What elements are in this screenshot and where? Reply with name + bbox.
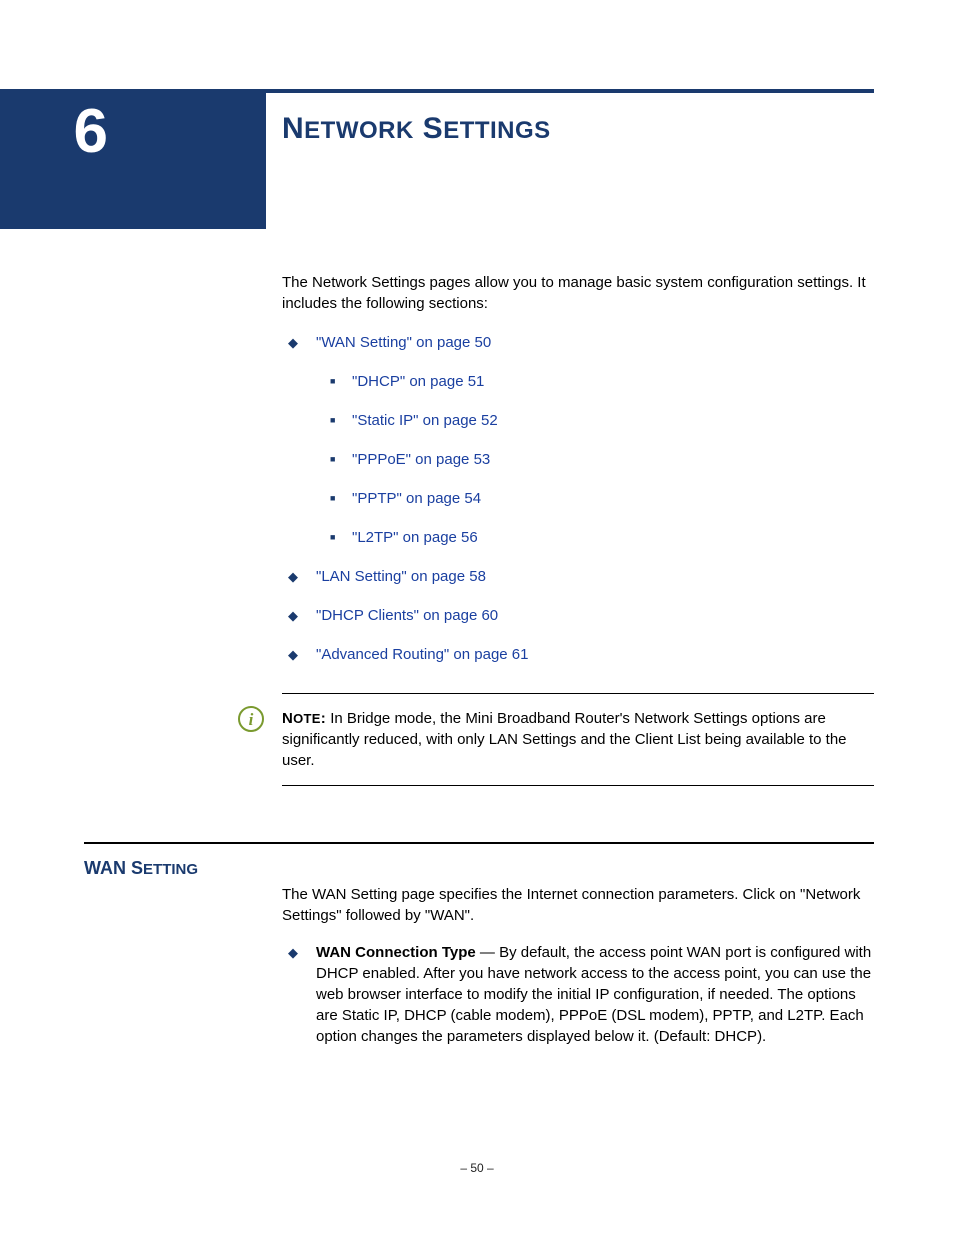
- toc-link-lan[interactable]: "LAN Setting" on page 58: [316, 568, 486, 585]
- toc-link-pptp[interactable]: "PPTP" on page 54: [352, 490, 481, 507]
- toc-sublist: "DHCP" on page 51 "Static IP" on page 52…: [316, 371, 874, 548]
- heading-cap: S: [131, 858, 143, 878]
- note-body: In Bridge mode, the Mini Broadband Route…: [282, 710, 847, 769]
- toc-subitem: "PPPoE" on page 53: [316, 449, 874, 470]
- note-box: i NOTE: In Bridge mode, the Mini Broadba…: [282, 693, 874, 786]
- toc-item: "DHCP Clients" on page 60: [282, 605, 874, 626]
- chapter-title-cap2: S: [423, 112, 444, 145]
- intro-paragraph: The Network Settings pages allow you to …: [282, 272, 874, 314]
- chapter-number-block: 6: [0, 93, 266, 229]
- toc-subitem: "DHCP" on page 51: [316, 371, 874, 392]
- info-icon: i: [238, 706, 264, 732]
- heading-rest: ETTING: [143, 861, 198, 878]
- heading-part1: WAN: [84, 858, 126, 878]
- chapter-title-rest2: ETTINGS: [443, 117, 551, 144]
- toc-link-wan[interactable]: "WAN Setting" on page 50: [316, 334, 491, 351]
- toc-link-pppoe[interactable]: "PPPoE" on page 53: [352, 451, 490, 468]
- page-number: – 50 –: [0, 1161, 954, 1175]
- section-body: The WAN Setting page specifies the Inter…: [282, 884, 874, 1047]
- chapter-title-rest1: ETWORK: [304, 117, 414, 144]
- toc-subitem: "L2TP" on page 56: [316, 527, 874, 548]
- toc-subitem: "Static IP" on page 52: [316, 410, 874, 431]
- chapter-title-space: [414, 112, 423, 145]
- toc-item: "LAN Setting" on page 58: [282, 566, 874, 587]
- toc-item: "Advanced Routing" on page 61: [282, 644, 874, 665]
- page-content: The Network Settings pages allow you to …: [282, 272, 874, 1065]
- chapter-title: NETWORK SETTINGS: [282, 112, 551, 146]
- note-label: NOTE:: [282, 710, 326, 727]
- note-text: NOTE: In Bridge mode, the Mini Broadband…: [282, 708, 874, 771]
- section-rule: [84, 842, 874, 844]
- section-bullet: WAN Connection Type — By default, the ac…: [282, 942, 874, 1047]
- toc-item: "WAN Setting" on page 50 "DHCP" on page …: [282, 332, 874, 548]
- toc-link-dhcpclients[interactable]: "DHCP Clients" on page 60: [316, 607, 498, 624]
- section-bullets: WAN Connection Type — By default, the ac…: [282, 942, 874, 1047]
- toc-link-staticip[interactable]: "Static IP" on page 52: [352, 412, 498, 429]
- bullet-term: WAN Connection Type: [316, 944, 476, 961]
- toc-subitem: "PPTP" on page 54: [316, 488, 874, 509]
- toc-link-dhcp[interactable]: "DHCP" on page 51: [352, 373, 484, 390]
- chapter-title-cap1: N: [282, 112, 304, 145]
- toc-link-advrouting[interactable]: "Advanced Routing" on page 61: [316, 646, 528, 663]
- section-heading-wan: WAN SETTING: [84, 856, 198, 881]
- toc-link-l2tp[interactable]: "L2TP" on page 56: [352, 529, 478, 546]
- toc-list: "WAN Setting" on page 50 "DHCP" on page …: [282, 332, 874, 665]
- section-intro: The WAN Setting page specifies the Inter…: [282, 884, 874, 926]
